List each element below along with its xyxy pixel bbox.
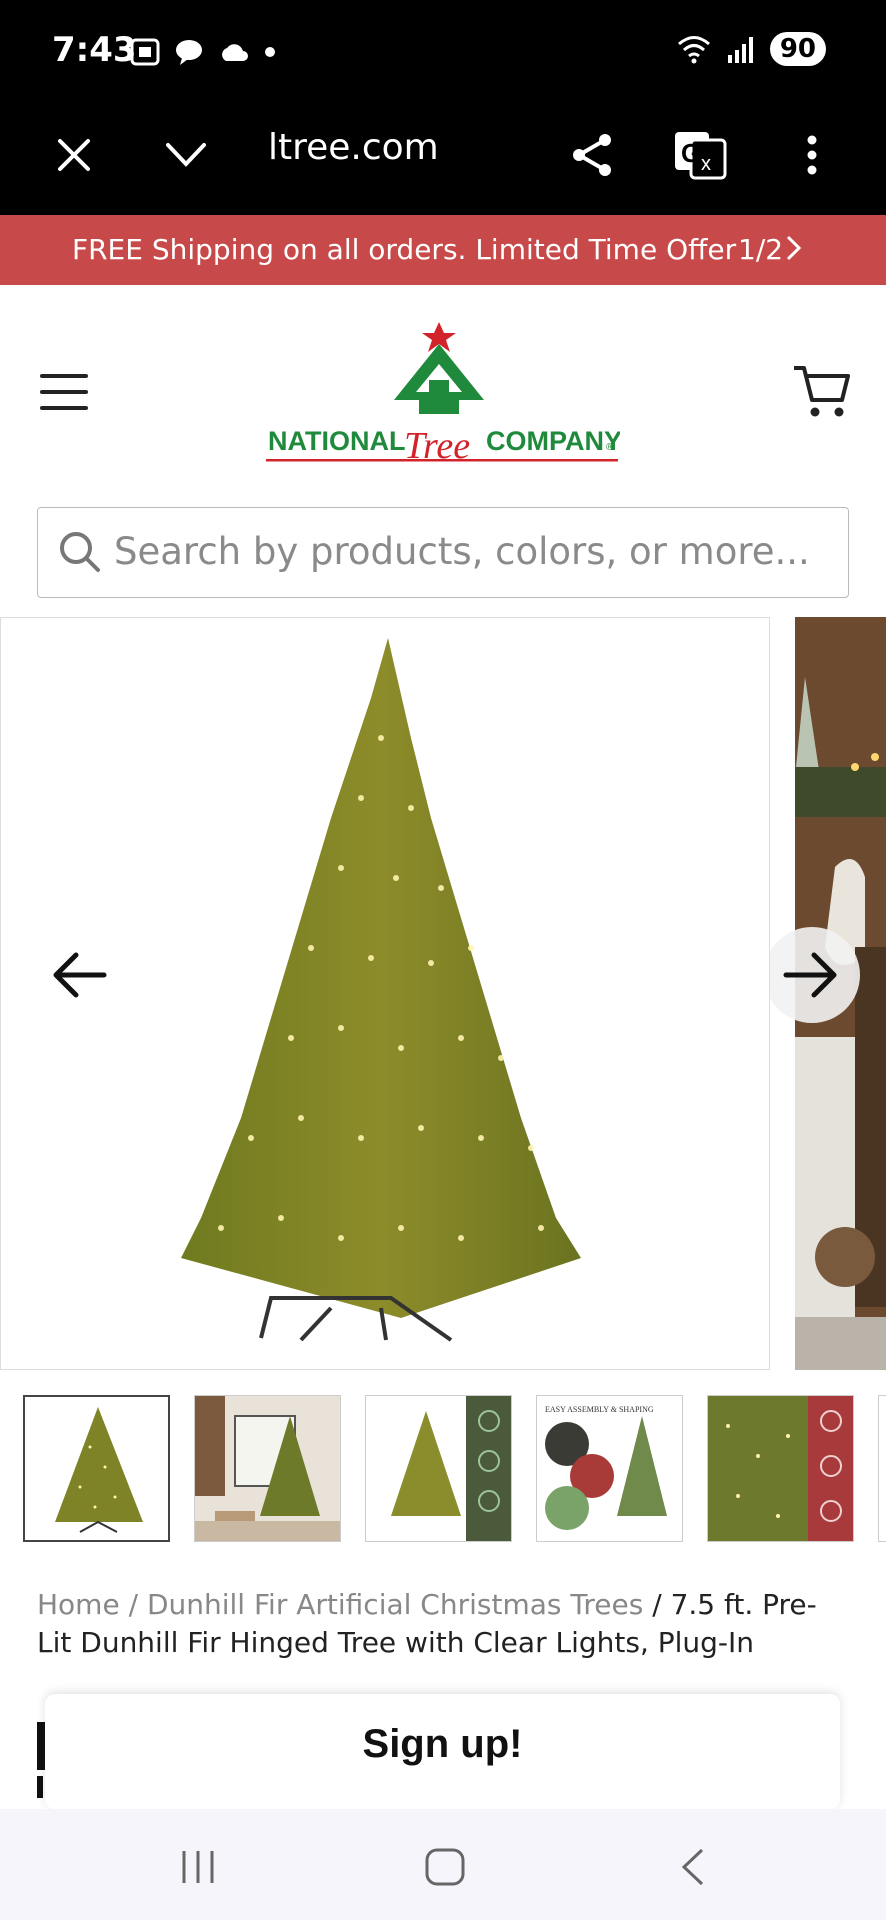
arrow-left-icon[interactable]: [52, 950, 108, 1000]
wifi-icon: [677, 36, 710, 64]
share-icon: [573, 134, 611, 176]
logo-graphic: NATIONAL Tree COMPANY ®: [266, 322, 622, 467]
dot-icon: [265, 47, 275, 57]
hamburger-line: [40, 374, 88, 378]
translate-icon: Gx: [675, 132, 727, 180]
close-tab-button[interactable]: [44, 125, 104, 185]
thumbnail-closeup-image: [708, 1396, 853, 1541]
product-title-partial: [37, 1722, 45, 1798]
thumbnail-room-image: [195, 1396, 340, 1541]
svg-text:x: x: [701, 153, 711, 175]
product-main-image[interactable]: [0, 617, 770, 1370]
close-icon: [58, 139, 90, 171]
hamburger-line: [40, 406, 88, 410]
signup-popup[interactable]: Sign up!: [45, 1694, 840, 1809]
search-placeholder: Search by products, colors, or more...: [114, 530, 810, 573]
svg-text:®: ®: [606, 442, 614, 453]
svg-text:G: G: [681, 138, 701, 168]
search-icon: [60, 532, 100, 572]
thumbnail-3[interactable]: [365, 1395, 512, 1542]
site-logo[interactable]: NATIONAL Tree COMPANY ®: [264, 322, 622, 472]
cart-icon[interactable]: [792, 362, 852, 422]
svg-text:NATIONAL: NATIONAL: [268, 426, 405, 456]
breadcrumb-separator: /: [128, 1588, 139, 1621]
thumbnail-1[interactable]: [23, 1395, 170, 1542]
christmas-tree-image: [181, 638, 581, 1342]
home-icon[interactable]: [424, 1847, 466, 1887]
breadcrumb-separator: /: [652, 1588, 662, 1621]
screenshot-icon: [130, 38, 160, 66]
status-time: 7:43: [52, 30, 137, 70]
back-icon[interactable]: [678, 1847, 708, 1887]
breadcrumb-category[interactable]: Dunhill Fir Artificial Christmas Trees: [147, 1588, 643, 1621]
share-button[interactable]: [562, 125, 622, 185]
hamburger-line: [40, 390, 88, 394]
arrow-right-icon[interactable]: [770, 925, 860, 1025]
cloud-icon: [222, 44, 248, 61]
collapse-button[interactable]: [156, 125, 216, 185]
system-nav-bar: [0, 1809, 886, 1920]
svg-text:COMPANY: COMPANY: [486, 426, 620, 456]
promo-counter: 1/2: [738, 233, 784, 266]
thumbnail-tree-image: [55, 1407, 143, 1533]
more-vertical-icon: [807, 135, 817, 175]
browser-toolbar: ltree.com Gx: [0, 105, 886, 215]
svg-text:Tree: Tree: [404, 425, 470, 467]
status-bar: 7:43 90: [0, 0, 886, 105]
menu-button[interactable]: [40, 374, 88, 414]
chat-bubble-icon: [176, 40, 202, 65]
signal-icon: [727, 37, 753, 63]
thumbnail-6[interactable]: [878, 1395, 886, 1542]
translate-button[interactable]: Gx: [670, 125, 730, 185]
thumbnail-dimensions-image: [366, 1396, 511, 1541]
recent-apps-icon[interactable]: [178, 1847, 218, 1887]
status-icons-left: [130, 38, 276, 66]
more-options-button[interactable]: [782, 125, 842, 185]
battery-indicator: 90: [769, 32, 826, 66]
svg-text:EASY ASSEMBLY & SHAPING: EASY ASSEMBLY & SHAPING: [545, 1405, 654, 1414]
promo-text: FREE Shipping on all orders. Limited Tim…: [72, 233, 737, 266]
promo-banner[interactable]: FREE Shipping on all orders. Limited Tim…: [0, 215, 886, 285]
search-input[interactable]: Search by products, colors, or more...: [37, 507, 849, 598]
thumbnail-assembly-image: EASY ASSEMBLY & SHAPING: [537, 1396, 682, 1541]
thumbnail-4[interactable]: EASY ASSEMBLY & SHAPING: [536, 1395, 683, 1542]
breadcrumb: Home / Dunhill Fir Artificial Christmas …: [37, 1586, 837, 1662]
breadcrumb-home[interactable]: Home: [37, 1588, 120, 1621]
signup-title: Sign up!: [362, 1722, 523, 1766]
url-bar[interactable]: ltree.com: [268, 127, 439, 168]
chevron-right-icon[interactable]: [784, 231, 804, 265]
thumbnail-5[interactable]: [707, 1395, 854, 1542]
status-right: 90: [676, 32, 826, 66]
chevron-down-icon: [166, 143, 206, 167]
thumbnail-2[interactable]: [194, 1395, 341, 1542]
